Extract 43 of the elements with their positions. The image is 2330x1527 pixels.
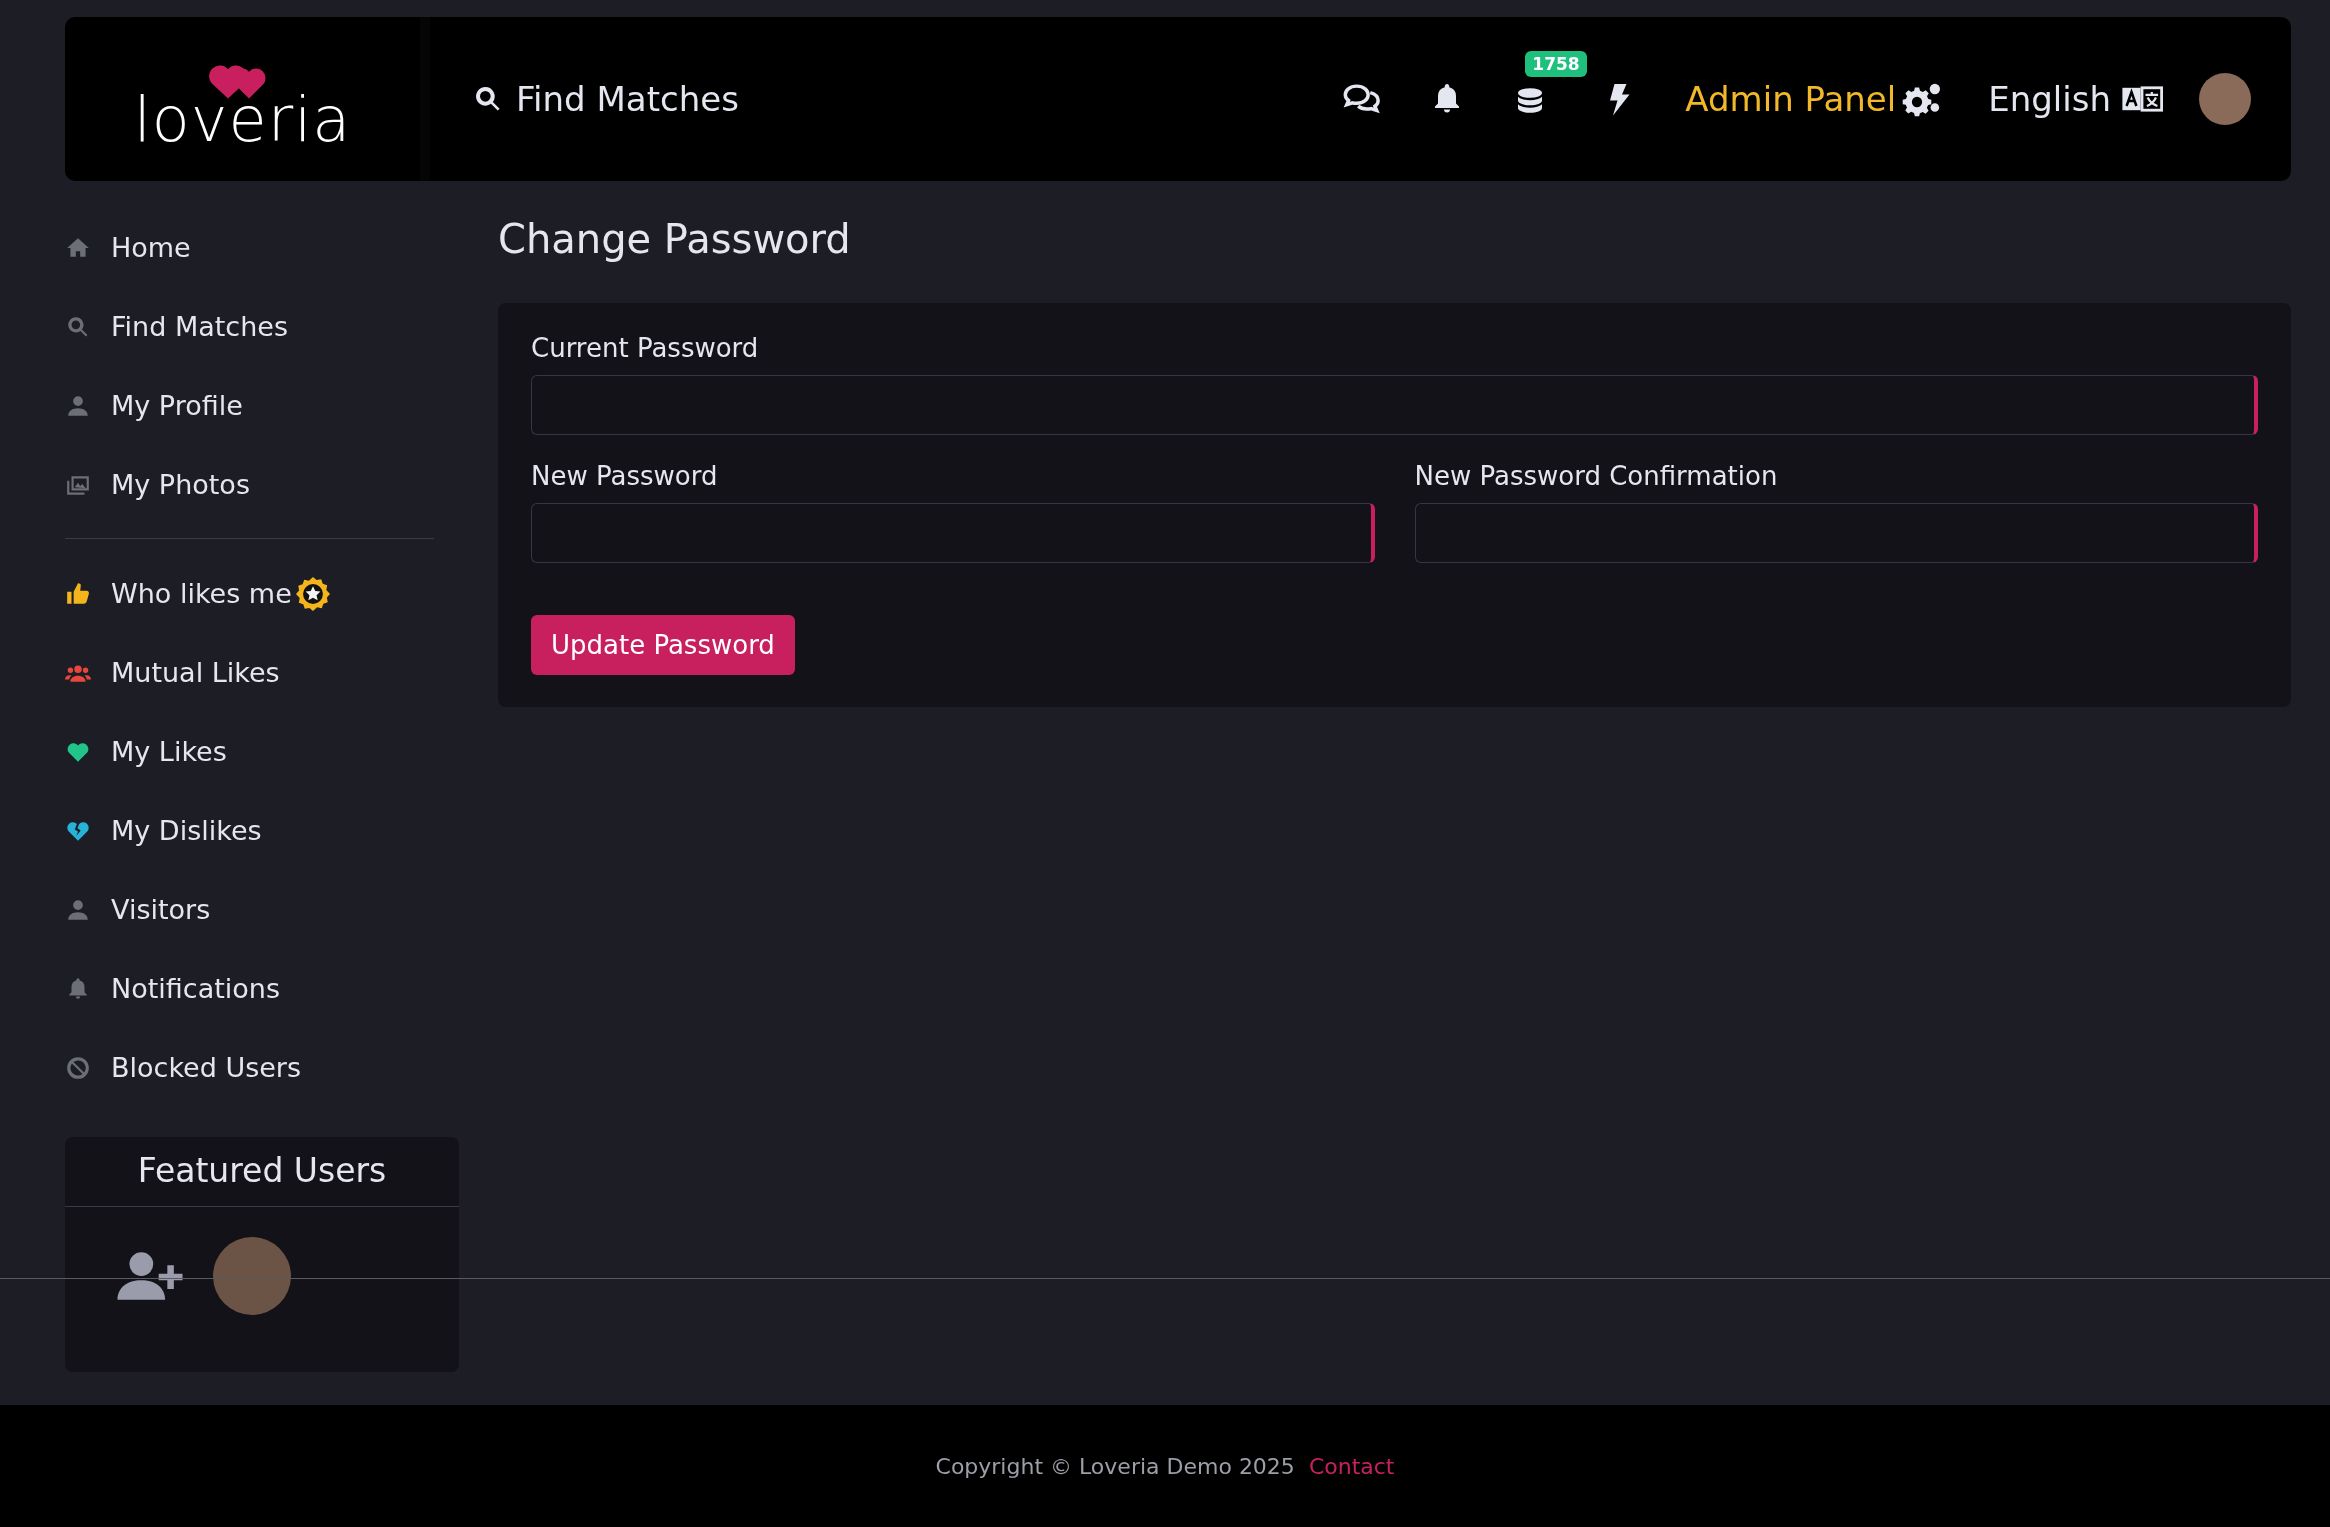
field-label: Current Password (531, 333, 760, 363)
admin-panel-link[interactable]: Admin Panel (1685, 79, 1897, 119)
sidebar-label: My Likes (111, 736, 227, 767)
sidebar-label: My Dislikes (111, 815, 262, 846)
page-title: Change Password (498, 215, 852, 263)
find-matches-link[interactable]: Find Matches (472, 79, 739, 119)
field-label: New Password (531, 461, 719, 491)
sidebar-item[interactable]: My Likes (65, 712, 459, 791)
password-field[interactable] (531, 503, 1375, 563)
sidebar-item[interactable]: Who likes me (65, 554, 459, 633)
password-field[interactable] (1414, 503, 2258, 563)
sidebar-label: Notifications (111, 973, 280, 1004)
sidebar-item[interactable]: Mutual Likes (65, 633, 459, 712)
logo[interactable]: loveria (133, 47, 352, 151)
coins-count-badge: 1758 (1525, 51, 1587, 77)
sidebar-item[interactable]: Notifications (65, 949, 459, 1028)
featured-users-title: Featured Users (65, 1137, 459, 1207)
add-user-icon[interactable] (117, 1250, 183, 1302)
sidebar-label: My Profile (111, 390, 243, 421)
user-avatar[interactable] (2199, 73, 2251, 125)
sidebar-item[interactable]: My Dislikes (65, 791, 459, 870)
sidebar-label: Find Matches (111, 311, 288, 342)
sidebar-label: Blocked Users (111, 1052, 301, 1083)
password-field[interactable] (531, 375, 2258, 435)
sidebar-label: Visitors (111, 894, 211, 925)
field-label: New Password Confirmation (1414, 461, 1779, 491)
translate-icon[interactable] (2121, 85, 2163, 113)
star-badge-icon (295, 576, 330, 611)
gears-icon[interactable] (1902, 81, 1943, 117)
sidebar-item[interactable]: My Profile (65, 366, 459, 445)
update-password-button[interactable]: Update Password (531, 615, 795, 675)
sidebar-label: Who likes me (111, 578, 292, 609)
contact-link[interactable]: Contact (1308, 1453, 1395, 1479)
sidebar-label: Mutual Likes (111, 657, 280, 688)
sidebar-item[interactable]: Find Matches (65, 287, 459, 366)
sidebar-item[interactable]: Visitors (65, 870, 459, 949)
sidebar-label: My Photos (111, 469, 250, 500)
language-selector[interactable]: English (1988, 79, 2111, 119)
sidebar-item[interactable]: My Photos (65, 445, 459, 524)
copyright-text: Copyright © Loveria Demo 2025 (935, 1453, 1295, 1479)
sidebar-item[interactable]: Home (65, 208, 459, 287)
sidebar-item[interactable]: Blocked Users (65, 1028, 459, 1107)
sidebar-label: Home (111, 232, 191, 263)
